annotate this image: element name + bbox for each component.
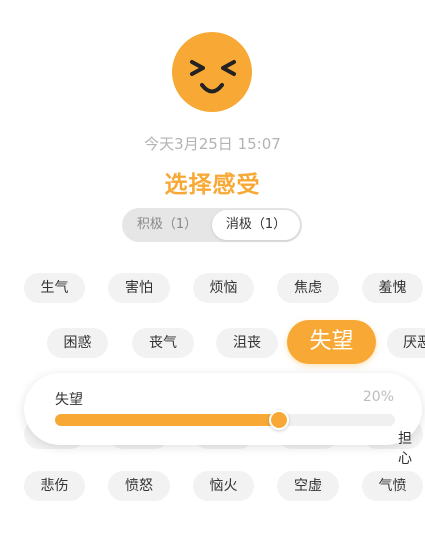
tab-positive[interactable]: 积极（1） [124, 210, 210, 240]
entry-timestamp: 今天3月25日 15:07 [144, 135, 281, 153]
intensity-card: 失望 20% [24, 373, 422, 445]
intensity-slider[interactable] [55, 410, 395, 430]
feeling-type-toggle: 积极（1） 消极（1） [122, 208, 302, 242]
feeling-chip[interactable]: 厌恶 [387, 328, 425, 358]
feeling-chip[interactable]: 恼火 [193, 471, 254, 501]
feeling-chip-selected[interactable]: 失望 [287, 320, 376, 364]
feeling-chip[interactable]: 丧气 [132, 328, 194, 358]
feeling-chip[interactable]: 沮丧 [216, 328, 278, 358]
intensity-slider-fill [55, 414, 280, 426]
mood-emoji-face [172, 32, 252, 112]
feeling-chip-peek[interactable]: 担心 [398, 428, 425, 468]
laughing-face-icon [190, 60, 236, 94]
intensity-label: 失望 [55, 392, 83, 408]
feeling-chip[interactable]: 烦恼 [193, 273, 254, 303]
feeling-chip[interactable]: 焦虑 [277, 273, 339, 303]
feeling-chip[interactable]: 空虚 [277, 471, 339, 501]
feeling-chip[interactable]: 气愤 [362, 471, 423, 501]
tab-negative[interactable]: 消极（1） [212, 210, 300, 240]
feeling-chip[interactable]: 困惑 [47, 328, 108, 358]
intensity-percent: 20% [362, 389, 394, 405]
intensity-slider-handle[interactable] [269, 410, 290, 430]
feeling-chip[interactable]: 害怕 [108, 273, 170, 303]
feeling-chip[interactable]: 羞愧 [362, 273, 423, 303]
feeling-chip[interactable]: 生气 [24, 273, 85, 303]
page-title: 选择感受 [164, 172, 261, 198]
feeling-chip[interactable]: 悲伤 [24, 471, 85, 501]
feeling-chip[interactable]: 愤怒 [108, 471, 170, 501]
